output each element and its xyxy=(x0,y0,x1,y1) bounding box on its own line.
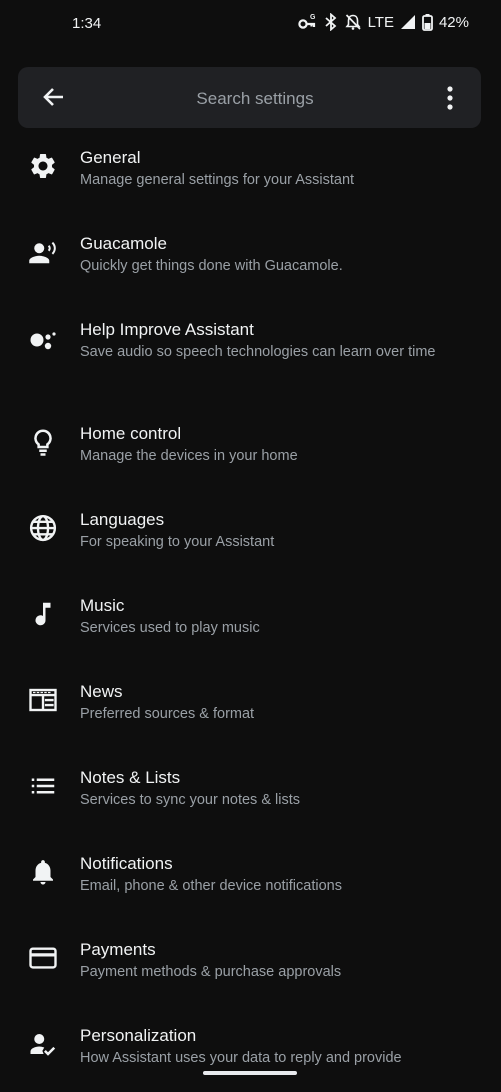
list-item-payments[interactable]: Payments Payment methods & purchase appr… xyxy=(0,920,501,1006)
back-arrow-icon[interactable] xyxy=(40,83,68,111)
newspaper-icon xyxy=(28,685,58,715)
speaking-person-icon xyxy=(28,237,58,267)
status-bar: 1:34 G LTE 42% xyxy=(0,0,501,48)
item-subtitle: Save audio so speech technologies can le… xyxy=(80,344,436,360)
item-subtitle: Services to sync your notes & lists xyxy=(80,792,300,808)
item-title: Notes & Lists xyxy=(80,768,181,787)
item-title: General xyxy=(80,148,141,167)
list-item-guacamole[interactable]: Guacamole Quickly get things done with G… xyxy=(0,214,501,300)
svg-text:G: G xyxy=(310,14,316,21)
list-item-music[interactable]: Music Services used to play music xyxy=(0,576,501,662)
signal-icon xyxy=(400,14,416,30)
item-subtitle: Email, phone & other device notification… xyxy=(80,878,342,894)
bell-icon xyxy=(28,857,58,887)
list-item-help-improve-assistant[interactable]: Help Improve Assistant Save audio so spe… xyxy=(0,300,501,404)
list-item-home-control[interactable]: Home control Manage the devices in your … xyxy=(0,404,501,490)
music-note-icon xyxy=(28,599,58,629)
search-input[interactable] xyxy=(138,67,372,130)
globe-icon xyxy=(28,513,58,543)
vpn-key-icon: G xyxy=(297,13,318,31)
item-title: Payments xyxy=(80,940,156,959)
item-subtitle: How Assistant uses your data to reply an… xyxy=(80,1050,402,1066)
item-title: Home control xyxy=(80,424,182,443)
item-title: News xyxy=(80,682,123,701)
list-item-languages[interactable]: Languages For speaking to your Assistant xyxy=(0,490,501,576)
credit-card-icon xyxy=(28,943,58,973)
assistant-dots-icon xyxy=(28,325,58,355)
search-bar xyxy=(18,67,481,130)
list-item-personalization[interactable]: Personalization How Assistant uses your … xyxy=(0,1006,501,1092)
person-check-icon xyxy=(28,1029,58,1059)
item-title: Personalization xyxy=(80,1026,197,1045)
bell-off-icon xyxy=(344,13,362,31)
gesture-nav-handle[interactable] xyxy=(203,1071,297,1075)
battery-level: 42% xyxy=(438,13,469,31)
item-title: Guacamole xyxy=(80,234,167,253)
item-subtitle: Manage the devices in your home xyxy=(80,448,298,464)
list-item-notes-lists[interactable]: Notes & Lists Services to sync your note… xyxy=(0,748,501,834)
item-subtitle: Manage general settings for your Assista… xyxy=(80,172,355,188)
list-item-notifications[interactable]: Notifications Email, phone & other devic… xyxy=(0,834,501,920)
bluetooth-icon xyxy=(324,13,338,31)
item-subtitle: Payment methods & purchase approvals xyxy=(80,964,342,980)
item-subtitle: Services used to play music xyxy=(80,620,260,636)
more-options-icon[interactable] xyxy=(439,85,461,111)
item-title: Languages xyxy=(80,510,165,529)
battery-icon xyxy=(422,13,433,31)
gear-icon xyxy=(28,151,58,181)
item-subtitle: Quickly get things done with Guacamole. xyxy=(80,258,343,274)
item-title: Help Improve Assistant xyxy=(80,320,254,339)
item-subtitle: For speaking to your Assistant xyxy=(80,534,275,550)
network-type: LTE xyxy=(367,13,394,31)
list-item-general[interactable]: General Manage general settings for your… xyxy=(0,128,501,214)
status-icons: G LTE 42% xyxy=(297,13,469,31)
item-subtitle: Preferred sources & format xyxy=(80,706,255,722)
lightbulb-icon xyxy=(28,427,58,457)
item-title: Notifications xyxy=(80,854,173,873)
list-item-news[interactable]: News Preferred sources & format xyxy=(0,662,501,748)
list-icon xyxy=(28,771,58,801)
item-title: Music xyxy=(80,596,125,615)
status-time: 1:34 xyxy=(72,15,102,32)
settings-list: General Manage general settings for your… xyxy=(0,128,501,1092)
